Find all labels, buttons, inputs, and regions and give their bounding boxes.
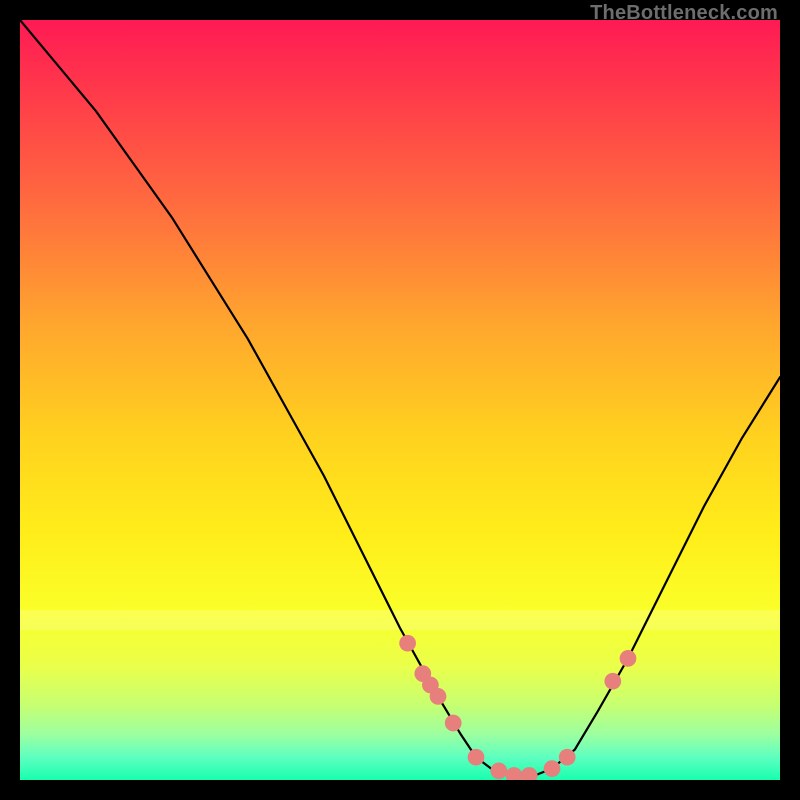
marker-dot bbox=[604, 673, 621, 690]
marker-dot bbox=[445, 715, 462, 732]
bottleneck-curve bbox=[20, 20, 780, 776]
chart-svg bbox=[20, 20, 780, 780]
marker-dot bbox=[544, 760, 561, 777]
marker-dot bbox=[399, 635, 416, 652]
marker-dot bbox=[430, 688, 447, 705]
marker-dot bbox=[490, 763, 507, 780]
marker-dot bbox=[521, 767, 538, 780]
marker-dot bbox=[559, 749, 576, 766]
marker-dot bbox=[414, 665, 431, 682]
highlight-band bbox=[20, 610, 780, 630]
marker-dot bbox=[422, 677, 439, 694]
marker-dot bbox=[506, 767, 523, 780]
marker-dot bbox=[620, 650, 637, 667]
curve-markers bbox=[399, 635, 636, 780]
marker-dot bbox=[468, 749, 485, 766]
chart-area bbox=[20, 20, 780, 780]
